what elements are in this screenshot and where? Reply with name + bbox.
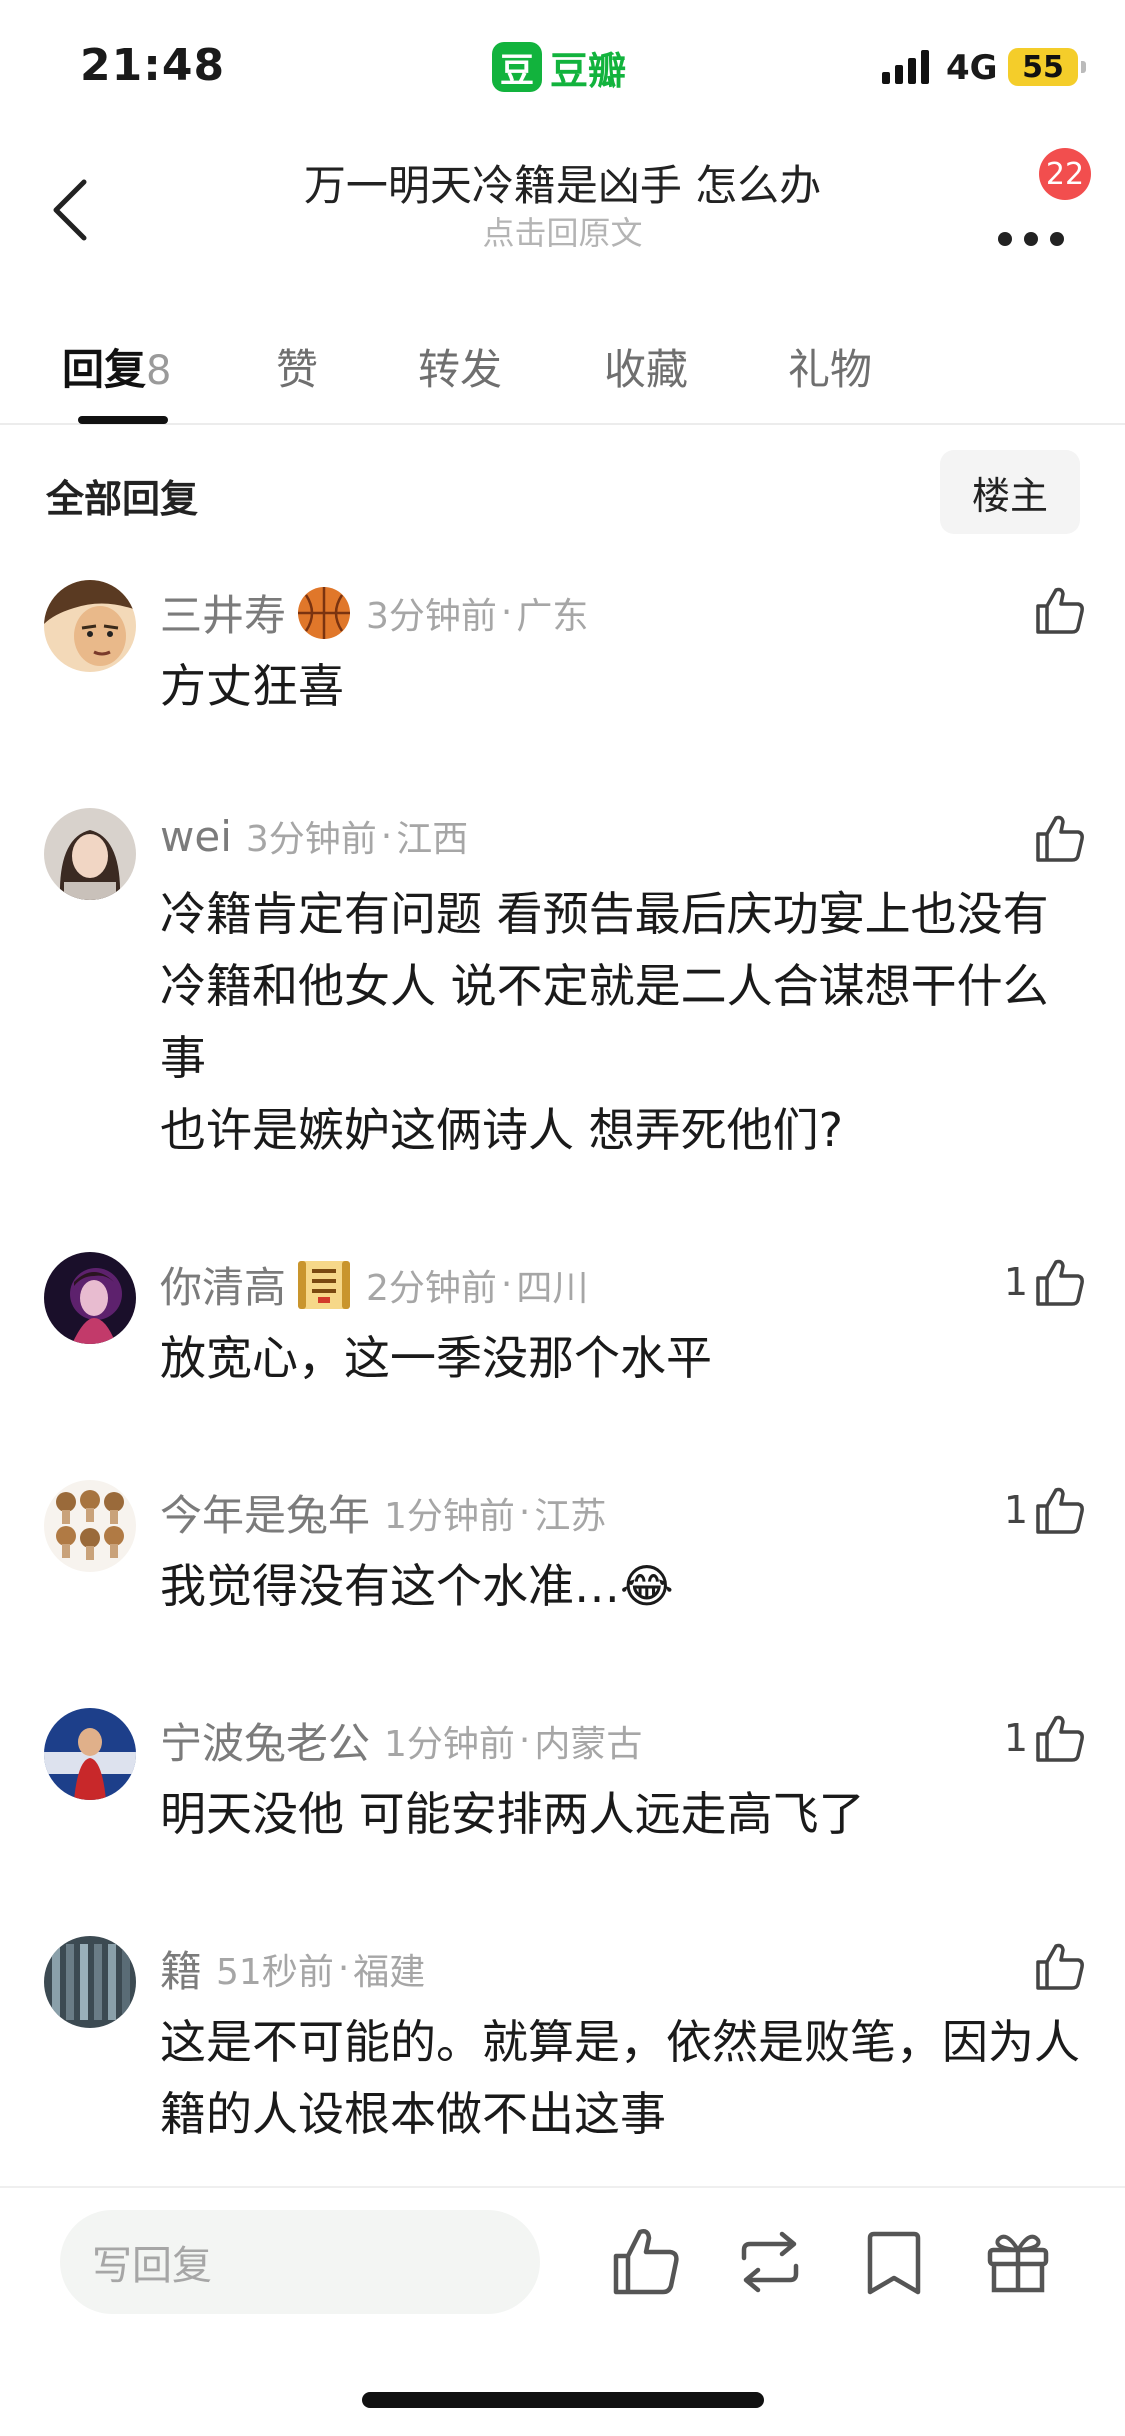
avatar[interactable] — [44, 1480, 136, 1572]
notification-badge[interactable]: 22 — [1039, 148, 1091, 200]
avatar[interactable] — [44, 1252, 136, 1344]
comment-meta: wei 3分钟前 · 江西 — [160, 810, 468, 862]
comment-location: 四川 — [516, 1267, 589, 1309]
separator-dot: · — [500, 1264, 513, 1305]
comment-text: 这是不可能的。就算是，依然是败笔，因为人籍的人设根本做不出这事 — [160, 2015, 1080, 2141]
like-icon[interactable] — [608, 2224, 684, 2300]
douban-logo-icon: 豆 — [492, 42, 542, 92]
separator-dot: · — [518, 1492, 531, 1533]
comment-text: 明天没他 可能安排两人远走高飞了 — [160, 1787, 865, 1841]
separator-dot: · — [380, 815, 393, 857]
thumbs-up-icon — [1036, 1715, 1084, 1762]
tab-replies[interactable]: 回复8 — [62, 336, 171, 397]
comment-time: 51秒前 — [216, 1951, 334, 1993]
comment-meta: 你清高 2分钟前 · 四川 — [160, 1254, 588, 1315]
thumbs-up-icon — [1036, 815, 1084, 862]
home-indicator — [362, 2392, 764, 2408]
comment-location: 江西 — [396, 819, 469, 860]
username[interactable]: 今年是兔年 — [160, 1482, 370, 1543]
comment-text: 冷籍肯定有问题 看预告最后庆功宴上也没有冷籍和他女人 说不定就是二人合谋想干什么… — [160, 887, 1049, 1157]
more-icon — [998, 232, 1064, 246]
comment-meta: 今年是兔年 1分钟前 · 江苏 — [160, 1482, 606, 1543]
username[interactable]: 你清高 — [160, 1254, 286, 1315]
separator-dot: · — [518, 1720, 531, 1761]
comment-location: 福建 — [353, 1951, 426, 1993]
back-to-original-link[interactable]: 点击回原文 — [150, 208, 975, 254]
network-type: 4G — [946, 48, 998, 88]
like-button[interactable] — [990, 808, 1086, 868]
app-indicator: 豆 豆瓣 — [492, 40, 626, 94]
like-button[interactable] — [990, 1936, 1086, 1996]
separator-dot: · — [500, 592, 513, 633]
chevron-left-icon — [53, 179, 87, 241]
like-button[interactable]: 1 — [990, 1252, 1086, 1312]
active-tab-indicator — [78, 416, 168, 424]
scroll-badge-icon — [298, 1260, 351, 1309]
status-bar: 21:48 豆 豆瓣 4G 55 — [0, 0, 1125, 140]
comment-meta: 三井寿 3分钟前 · 广东 — [160, 582, 588, 643]
page-title[interactable]: 万一明天冷籍是凶手 怎么办 — [150, 152, 975, 213]
like-count: 1 — [1003, 1716, 1028, 1760]
tab-gifts[interactable]: 礼物 — [788, 336, 872, 397]
comment-time: 1分钟前 — [384, 1723, 515, 1765]
thumbs-up-icon — [1036, 587, 1084, 634]
tab-bar: 回复8 赞 转发 收藏 礼物 — [0, 320, 1125, 425]
username[interactable]: wei — [160, 812, 232, 861]
thumbs-up-icon — [1036, 1943, 1084, 1990]
repost-icon[interactable] — [732, 2224, 808, 2300]
comment-meta: 籍 51秒前 · 福建 — [160, 1938, 425, 1999]
app-name: 豆瓣 — [550, 48, 627, 93]
bookmark-icon[interactable] — [856, 2224, 932, 2300]
tab-reposts[interactable]: 转发 — [418, 336, 502, 397]
comment-time: 1分钟前 — [384, 1495, 515, 1537]
comment-location: 内蒙古 — [534, 1723, 643, 1765]
signal-icon — [882, 50, 929, 84]
comment-text: 我觉得没有这个水准…😂 — [160, 1559, 674, 1613]
username[interactable]: 三井寿 — [160, 582, 286, 643]
comment-time: 2分钟前 — [366, 1267, 497, 1309]
basketball-icon — [298, 586, 351, 639]
like-button[interactable]: 1 — [990, 1480, 1086, 1540]
reply-input[interactable]: 写回复 — [60, 2210, 540, 2314]
like-button[interactable] — [990, 580, 1086, 640]
avatar[interactable] — [44, 808, 136, 900]
avatar[interactable] — [44, 580, 136, 672]
tab-likes[interactable]: 赞 — [276, 336, 318, 397]
battery-icon: 55 — [1008, 48, 1086, 86]
separator-dot: · — [337, 1948, 350, 1989]
comment-text: 方丈狂喜 — [160, 659, 344, 713]
tab-label: 回复 — [62, 345, 147, 394]
like-button[interactable]: 1 — [990, 1708, 1086, 1768]
username[interactable]: 籍 — [160, 1938, 202, 1999]
section-title: 全部回复 — [46, 477, 199, 521]
comment-time: 3分钟前 — [245, 819, 377, 860]
comment-text: 放宽心，这一季没那个水平 — [160, 1331, 712, 1385]
comment-meta: 宁波兔老公 1分钟前 · 内蒙古 — [160, 1710, 642, 1771]
comment-location: 广东 — [516, 595, 589, 637]
tab-favorites[interactable]: 收藏 — [604, 336, 688, 397]
thumbs-up-icon — [1036, 1487, 1084, 1534]
filter-owner-button[interactable]: 楼主 — [940, 450, 1080, 534]
status-time: 21:48 — [80, 40, 226, 91]
like-count: 1 — [1003, 1488, 1028, 1532]
avatar[interactable] — [44, 1936, 136, 2028]
username[interactable]: 宁波兔老公 — [160, 1710, 370, 1771]
avatar[interactable] — [44, 1708, 136, 1800]
gift-icon[interactable] — [980, 2224, 1056, 2300]
thumbs-up-icon — [1036, 1259, 1084, 1306]
back-button[interactable] — [40, 170, 100, 250]
comment-time: 3分钟前 — [366, 595, 497, 637]
header: 万一明天冷籍是凶手 怎么办 点击回原文 — [0, 140, 1125, 270]
tab-count: 8 — [146, 348, 172, 394]
like-count: 1 — [1003, 1260, 1028, 1304]
comment-location: 江苏 — [534, 1495, 607, 1537]
